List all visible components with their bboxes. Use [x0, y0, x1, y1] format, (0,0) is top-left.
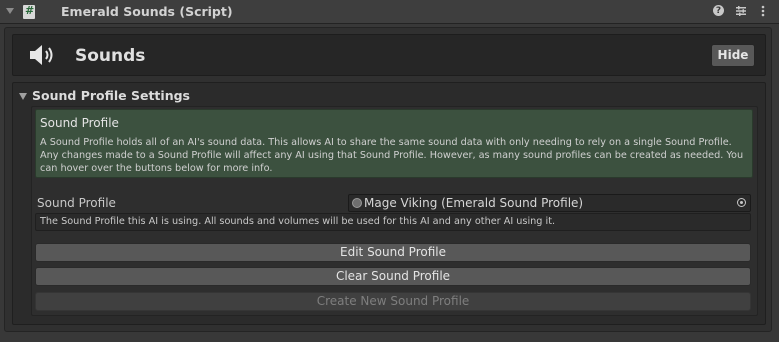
component-title: Emerald Sounds (Script)	[61, 4, 233, 19]
section-title[interactable]: Sound Profile Settings	[32, 88, 190, 103]
menu-icon[interactable]	[756, 4, 769, 17]
info-box: Sound Profile A Sound Profile holds all …	[35, 109, 753, 178]
foldout-arrow-icon[interactable]	[6, 8, 14, 14]
help-icon[interactable]: ?	[712, 4, 725, 17]
sound-profile-label: Sound Profile	[37, 196, 116, 210]
speaker-icon	[30, 45, 53, 65]
create-new-sound-profile-button[interactable]: Create New Sound Profile	[35, 292, 751, 311]
sound-profile-asset-icon	[352, 198, 362, 208]
page-title: Sounds	[75, 46, 146, 66]
clear-sound-profile-button[interactable]: Clear Sound Profile	[35, 267, 751, 286]
section-foldout-icon[interactable]	[19, 93, 27, 100]
help-box: The Sound Profile this AI is using. All …	[35, 213, 751, 231]
preset-icon[interactable]	[734, 4, 747, 17]
hide-button[interactable]: Hide	[711, 44, 755, 67]
component-header[interactable]: Emerald Sounds (Script) ?	[0, 0, 779, 24]
info-heading: Sound Profile	[40, 116, 119, 130]
info-body: A Sound Profile holds all of an AI's sou…	[40, 137, 744, 174]
script-icon	[23, 4, 35, 19]
header-icons: ?	[712, 4, 769, 17]
help-text: The Sound Profile this AI is using. All …	[40, 216, 556, 227]
title-box: Sounds Hide	[12, 34, 766, 76]
sound-profile-value: Mage Viking (Emerald Sound Profile)	[364, 196, 584, 210]
edit-sound-profile-button[interactable]: Edit Sound Profile	[35, 243, 751, 262]
sound-profile-field[interactable]: Mage Viking (Emerald Sound Profile)	[348, 194, 751, 212]
object-picker-icon[interactable]	[737, 198, 746, 207]
